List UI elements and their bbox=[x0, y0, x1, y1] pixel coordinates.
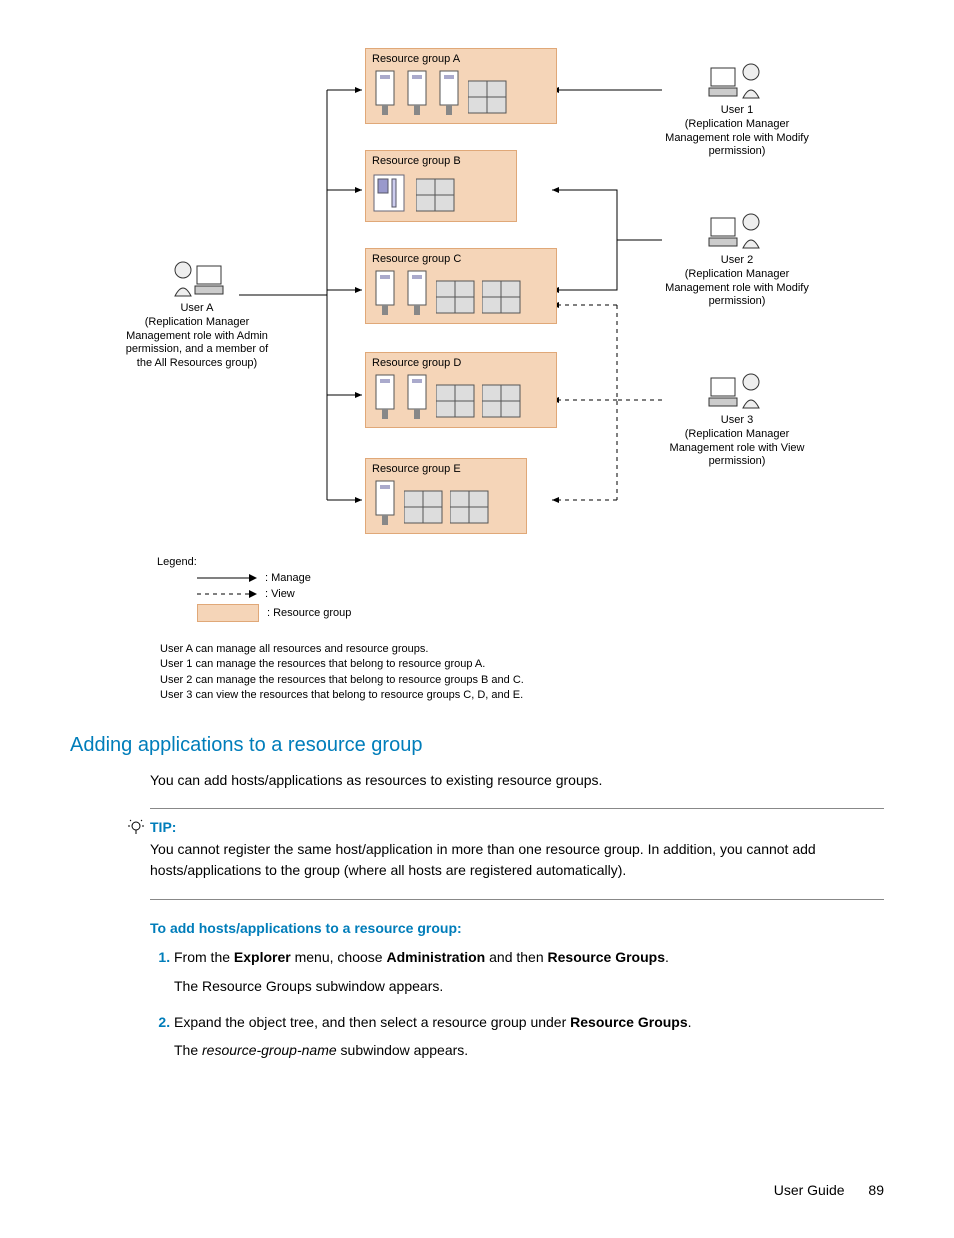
legend-view: : View bbox=[265, 588, 295, 600]
storage-icon bbox=[482, 381, 522, 421]
storage-icon bbox=[482, 277, 522, 317]
page-footer: User Guide 89 bbox=[70, 1182, 884, 1198]
server-icon bbox=[372, 479, 398, 527]
legend-rg: : Resource group bbox=[267, 607, 351, 619]
user-2-name: User 2 bbox=[721, 254, 753, 266]
storage-icon bbox=[468, 77, 508, 117]
section-heading: Adding applications to a resource group bbox=[70, 734, 884, 757]
rg-label: Resource group C bbox=[372, 253, 550, 265]
step-1-result: The Resource Groups subwindow appears. bbox=[174, 975, 884, 997]
server-icon bbox=[404, 69, 430, 117]
rg-label: Resource group B bbox=[372, 155, 510, 167]
user-1-name: User 1 bbox=[721, 104, 753, 116]
footer-title: User Guide bbox=[774, 1182, 845, 1198]
user-3-desc: (Replication Manager Management role wit… bbox=[670, 428, 805, 468]
solid-arrow-icon bbox=[197, 572, 257, 584]
rg-label: Resource group E bbox=[372, 463, 520, 475]
user-1: User 1 (Replication Manager Management r… bbox=[657, 60, 817, 159]
step-2: Expand the object tree, and then select … bbox=[174, 1011, 884, 1062]
diagram-notes: User A can manage all resources and reso… bbox=[160, 642, 884, 704]
tip-text: group (where all hosts are registered au… bbox=[304, 862, 626, 878]
dashed-arrow-icon bbox=[197, 588, 257, 600]
user-a-name: User A bbox=[180, 302, 213, 314]
legend-title: Legend: bbox=[157, 556, 837, 568]
step-2-result: The resource-group-name subwindow appear… bbox=[174, 1039, 884, 1061]
storage-icon bbox=[436, 277, 476, 317]
rg-label: Resource group D bbox=[372, 357, 550, 369]
tip-label: TIP: bbox=[150, 819, 176, 835]
divider bbox=[150, 808, 884, 809]
user-computer-icon bbox=[167, 258, 227, 300]
user-a-desc: (Replication Manager Management role wit… bbox=[126, 316, 268, 369]
server-icon bbox=[372, 269, 398, 317]
user-2-desc: (Replication Manager Management role wit… bbox=[665, 268, 809, 308]
resource-group-d: Resource group D bbox=[365, 352, 557, 428]
user-computer-icon bbox=[707, 370, 767, 412]
resource-group-b: Resource group B bbox=[365, 150, 517, 222]
server-icon bbox=[404, 269, 430, 317]
note-line: User 3 can view the resources that belon… bbox=[160, 688, 884, 703]
user-computer-icon bbox=[707, 210, 767, 252]
user-a: User A (Replication Manager Management r… bbox=[117, 258, 277, 371]
rack-icon bbox=[372, 171, 410, 215]
legend-manage: : Manage bbox=[265, 572, 311, 584]
tip-block: TIP: You cannot register the same host/a… bbox=[150, 819, 884, 881]
rg-label: Resource group A bbox=[372, 53, 550, 65]
note-line: User 1 can manage the resources that bel… bbox=[160, 657, 884, 672]
user-computer-icon bbox=[707, 60, 767, 102]
page-number: 89 bbox=[868, 1182, 884, 1198]
resource-group-diagram: Resource group A Resource group B Resour… bbox=[117, 40, 837, 622]
resource-group-c: Resource group C bbox=[365, 248, 557, 324]
divider bbox=[150, 899, 884, 900]
procedure-steps: From the Explorer menu, choose Administr… bbox=[150, 946, 884, 1062]
resource-group-swatch bbox=[197, 604, 259, 622]
resource-group-e: Resource group E bbox=[365, 458, 527, 534]
section-intro: You can add hosts/applications as resour… bbox=[150, 771, 884, 791]
tip-icon bbox=[128, 819, 144, 835]
server-icon bbox=[372, 69, 398, 117]
step-1: From the Explorer menu, choose Administr… bbox=[174, 946, 884, 997]
user-3: User 3 (Replication Manager Management r… bbox=[657, 370, 817, 469]
storage-icon bbox=[404, 487, 444, 527]
note-line: User A can manage all resources and reso… bbox=[160, 642, 884, 657]
legend: Legend: : Manage : View : Resource group bbox=[157, 556, 837, 622]
server-icon bbox=[436, 69, 462, 117]
storage-icon bbox=[416, 175, 456, 215]
user-1-desc: (Replication Manager Management role wit… bbox=[665, 118, 809, 158]
server-icon bbox=[404, 373, 430, 421]
user-3-name: User 3 bbox=[721, 414, 753, 426]
user-2: User 2 (Replication Manager Management r… bbox=[657, 210, 817, 309]
procedure-heading: To add hosts/applications to a resource … bbox=[150, 920, 884, 936]
resource-group-a: Resource group A bbox=[365, 48, 557, 124]
note-line: User 2 can manage the resources that bel… bbox=[160, 673, 884, 688]
storage-icon bbox=[450, 487, 490, 527]
server-icon bbox=[372, 373, 398, 421]
storage-icon bbox=[436, 381, 476, 421]
